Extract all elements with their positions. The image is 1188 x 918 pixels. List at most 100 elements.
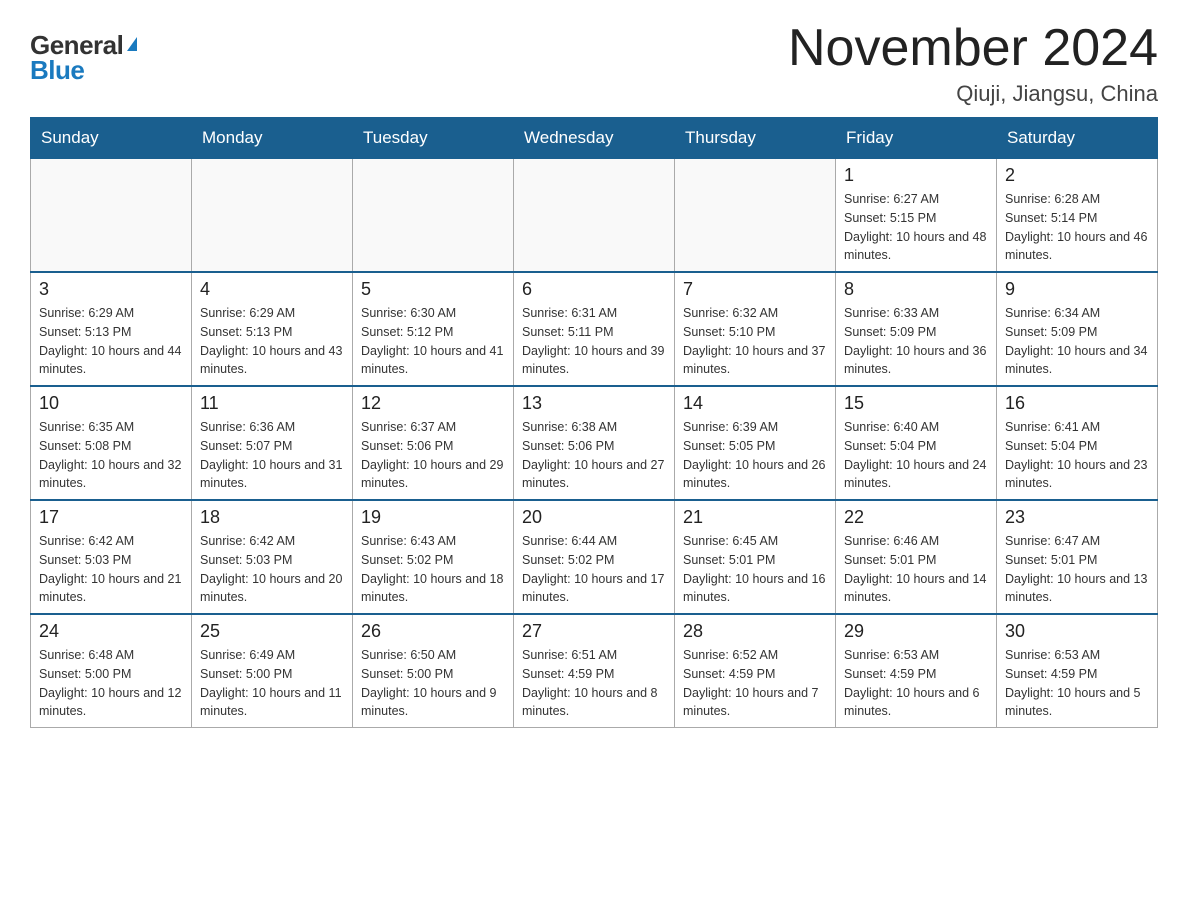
col-header-saturday: Saturday: [997, 118, 1158, 159]
calendar-cell: 17 Sunrise: 6:42 AM Sunset: 5:03 PM Dayli…: [31, 500, 192, 614]
calendar-cell: 6 Sunrise: 6:31 AM Sunset: 5:11 PM Daylig…: [514, 272, 675, 386]
calendar-cell: 3Sunrise: 6:29 AM Sunset: 5:13 PM Daylig…: [31, 272, 192, 386]
calendar-cell: 20 Sunrise: 6:44 AM Sunset: 5:02 PM Dayli…: [514, 500, 675, 614]
day-info: Sunrise: 6:34 AM Sunset: 5:09 PM Dayligh…: [1005, 304, 1149, 379]
calendar-cell: [675, 159, 836, 273]
logo: General Blue: [30, 30, 137, 86]
day-number: 15: [844, 393, 988, 414]
day-number: 14: [683, 393, 827, 414]
day-number: 6: [522, 279, 666, 300]
day-number: 28: [683, 621, 827, 642]
day-info: Sunrise: 6:50 AM Sunset: 5:00 PM Dayligh…: [361, 646, 505, 721]
day-info: Sunrise: 6:49 AM Sunset: 5:00 PM Dayligh…: [200, 646, 344, 721]
calendar-cell: 27Sunrise: 6:51 AM Sunset: 4:59 PM Dayli…: [514, 614, 675, 728]
day-info: Sunrise: 6:46 AM Sunset: 5:01 PM Dayligh…: [844, 532, 988, 607]
col-header-thursday: Thursday: [675, 118, 836, 159]
day-number: 30: [1005, 621, 1149, 642]
calendar-cell: 21Sunrise: 6:45 AM Sunset: 5:01 PM Dayli…: [675, 500, 836, 614]
day-number: 22: [844, 507, 988, 528]
day-info: Sunrise: 6:51 AM Sunset: 4:59 PM Dayligh…: [522, 646, 666, 721]
day-info: Sunrise: 6:37 AM Sunset: 5:06 PM Dayligh…: [361, 418, 505, 493]
day-number: 1: [844, 165, 988, 186]
day-info: Sunrise: 6:48 AM Sunset: 5:00 PM Dayligh…: [39, 646, 183, 721]
calendar-cell: [514, 159, 675, 273]
day-number: 16: [1005, 393, 1149, 414]
calendar-cell: 23 Sunrise: 6:47 AM Sunset: 5:01 PM Dayli…: [997, 500, 1158, 614]
calendar-week-row: 10 Sunrise: 6:35 AM Sunset: 5:08 PM Dayli…: [31, 386, 1158, 500]
day-info: Sunrise: 6:31 AM Sunset: 5:11 PM Dayligh…: [522, 304, 666, 379]
calendar-cell: 13 Sunrise: 6:38 AM Sunset: 5:06 PM Dayli…: [514, 386, 675, 500]
calendar-cell: 24 Sunrise: 6:48 AM Sunset: 5:00 PM Dayli…: [31, 614, 192, 728]
day-number: 9: [1005, 279, 1149, 300]
day-info: Sunrise: 6:32 AM Sunset: 5:10 PM Dayligh…: [683, 304, 827, 379]
day-number: 24: [39, 621, 183, 642]
calendar-cell: 29 Sunrise: 6:53 AM Sunset: 4:59 PM Dayli…: [836, 614, 997, 728]
calendar-cell: 7Sunrise: 6:32 AM Sunset: 5:10 PM Daylig…: [675, 272, 836, 386]
day-info: Sunrise: 6:44 AM Sunset: 5:02 PM Dayligh…: [522, 532, 666, 607]
day-number: 23: [1005, 507, 1149, 528]
calendar-week-row: 24 Sunrise: 6:48 AM Sunset: 5:00 PM Dayli…: [31, 614, 1158, 728]
day-info: Sunrise: 6:47 AM Sunset: 5:01 PM Dayligh…: [1005, 532, 1149, 607]
day-number: 2: [1005, 165, 1149, 186]
calendar-cell: [31, 159, 192, 273]
calendar-cell: 25 Sunrise: 6:49 AM Sunset: 5:00 PM Dayli…: [192, 614, 353, 728]
calendar-cell: 22 Sunrise: 6:46 AM Sunset: 5:01 PM Dayli…: [836, 500, 997, 614]
day-info: Sunrise: 6:29 AM Sunset: 5:13 PM Dayligh…: [200, 304, 344, 379]
calendar: SundayMondayTuesdayWednesdayThursdayFrid…: [30, 117, 1158, 728]
day-number: 8: [844, 279, 988, 300]
day-number: 19: [361, 507, 505, 528]
header: General Blue November 2024 Qiuji, Jiangs…: [30, 20, 1158, 107]
col-header-monday: Monday: [192, 118, 353, 159]
day-info: Sunrise: 6:42 AM Sunset: 5:03 PM Dayligh…: [39, 532, 183, 607]
day-number: 5: [361, 279, 505, 300]
col-header-friday: Friday: [836, 118, 997, 159]
calendar-header-row: SundayMondayTuesdayWednesdayThursdayFrid…: [31, 118, 1158, 159]
calendar-cell: 2Sunrise: 6:28 AM Sunset: 5:14 PM Daylig…: [997, 159, 1158, 273]
day-number: 10: [39, 393, 183, 414]
day-info: Sunrise: 6:53 AM Sunset: 4:59 PM Dayligh…: [844, 646, 988, 721]
day-number: 25: [200, 621, 344, 642]
calendar-cell: 26Sunrise: 6:50 AM Sunset: 5:00 PM Dayli…: [353, 614, 514, 728]
day-info: Sunrise: 6:42 AM Sunset: 5:03 PM Dayligh…: [200, 532, 344, 607]
calendar-cell: [192, 159, 353, 273]
calendar-cell: 4 Sunrise: 6:29 AM Sunset: 5:13 PM Daylig…: [192, 272, 353, 386]
day-info: Sunrise: 6:36 AM Sunset: 5:07 PM Dayligh…: [200, 418, 344, 493]
day-number: 11: [200, 393, 344, 414]
calendar-cell: 1Sunrise: 6:27 AM Sunset: 5:15 PM Daylig…: [836, 159, 997, 273]
day-number: 18: [200, 507, 344, 528]
day-info: Sunrise: 6:40 AM Sunset: 5:04 PM Dayligh…: [844, 418, 988, 493]
title-area: November 2024 Qiuji, Jiangsu, China: [788, 20, 1158, 107]
calendar-cell: 19 Sunrise: 6:43 AM Sunset: 5:02 PM Dayli…: [353, 500, 514, 614]
day-info: Sunrise: 6:43 AM Sunset: 5:02 PM Dayligh…: [361, 532, 505, 607]
calendar-week-row: 17 Sunrise: 6:42 AM Sunset: 5:03 PM Dayli…: [31, 500, 1158, 614]
calendar-cell: 12Sunrise: 6:37 AM Sunset: 5:06 PM Dayli…: [353, 386, 514, 500]
day-number: 3: [39, 279, 183, 300]
calendar-cell: [353, 159, 514, 273]
calendar-cell: 8 Sunrise: 6:33 AM Sunset: 5:09 PM Daylig…: [836, 272, 997, 386]
day-info: Sunrise: 6:33 AM Sunset: 5:09 PM Dayligh…: [844, 304, 988, 379]
month-title: November 2024: [788, 20, 1158, 77]
day-number: 17: [39, 507, 183, 528]
calendar-cell: 9 Sunrise: 6:34 AM Sunset: 5:09 PM Daylig…: [997, 272, 1158, 386]
day-info: Sunrise: 6:39 AM Sunset: 5:05 PM Dayligh…: [683, 418, 827, 493]
col-header-tuesday: Tuesday: [353, 118, 514, 159]
day-info: Sunrise: 6:45 AM Sunset: 5:01 PM Dayligh…: [683, 532, 827, 607]
col-header-wednesday: Wednesday: [514, 118, 675, 159]
day-number: 4: [200, 279, 344, 300]
day-number: 20: [522, 507, 666, 528]
calendar-cell: 14 Sunrise: 6:39 AM Sunset: 5:05 PM Dayli…: [675, 386, 836, 500]
day-info: Sunrise: 6:30 AM Sunset: 5:12 PM Dayligh…: [361, 304, 505, 379]
calendar-cell: 28Sunrise: 6:52 AM Sunset: 4:59 PM Dayli…: [675, 614, 836, 728]
day-info: Sunrise: 6:41 AM Sunset: 5:04 PM Dayligh…: [1005, 418, 1149, 493]
day-number: 29: [844, 621, 988, 642]
calendar-cell: 18 Sunrise: 6:42 AM Sunset: 5:03 PM Dayli…: [192, 500, 353, 614]
day-info: Sunrise: 6:38 AM Sunset: 5:06 PM Dayligh…: [522, 418, 666, 493]
day-info: Sunrise: 6:35 AM Sunset: 5:08 PM Dayligh…: [39, 418, 183, 493]
calendar-cell: 16 Sunrise: 6:41 AM Sunset: 5:04 PM Dayli…: [997, 386, 1158, 500]
calendar-cell: 15 Sunrise: 6:40 AM Sunset: 5:04 PM Dayli…: [836, 386, 997, 500]
calendar-cell: 10 Sunrise: 6:35 AM Sunset: 5:08 PM Dayli…: [31, 386, 192, 500]
calendar-cell: 11 Sunrise: 6:36 AM Sunset: 5:07 PM Dayli…: [192, 386, 353, 500]
calendar-cell: 30Sunrise: 6:53 AM Sunset: 4:59 PM Dayli…: [997, 614, 1158, 728]
day-number: 13: [522, 393, 666, 414]
location-title: Qiuji, Jiangsu, China: [788, 81, 1158, 107]
